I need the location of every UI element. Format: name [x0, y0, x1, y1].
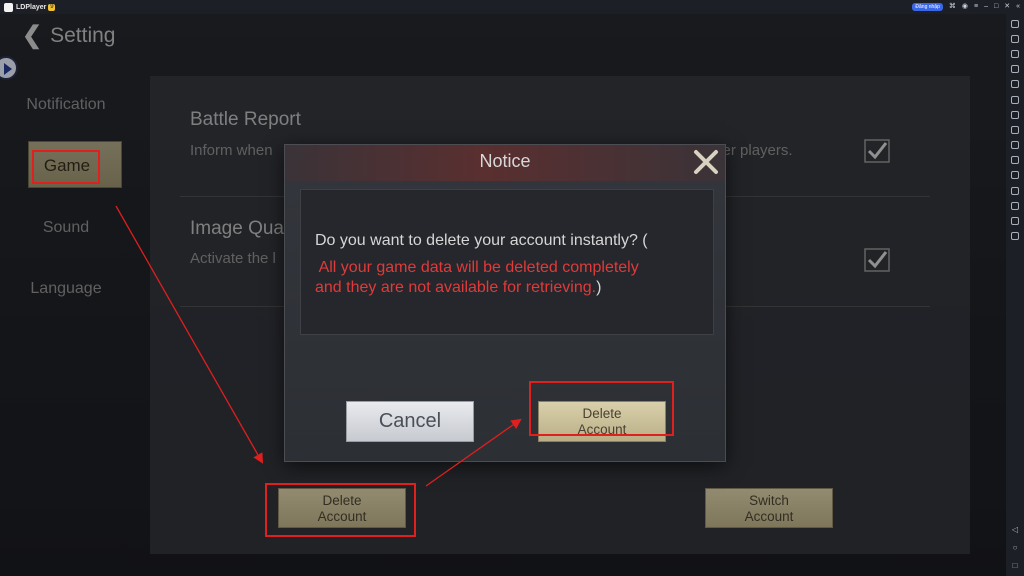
version-badge: 9 — [48, 3, 56, 11]
emulator-window: LDPlayer 9 Đăng nhập ⌘ ◉ ≡ – □ ✕ « ◁ ○ □… — [0, 0, 1024, 576]
shake-tool-icon[interactable] — [1011, 186, 1019, 195]
maximize-icon[interactable]: □ — [994, 2, 998, 12]
title-bar-controls: Đăng nhập ⌘ ◉ ≡ – □ ✕ « — [912, 2, 1020, 12]
user-icon[interactable]: ◉ — [962, 2, 968, 12]
more-tool-icon[interactable] — [1011, 232, 1019, 241]
recent-apps-icon[interactable]: □ — [1013, 562, 1018, 570]
volume-up-tool-icon[interactable] — [1011, 49, 1019, 58]
home-nav-icon[interactable]: ○ — [1013, 544, 1018, 552]
android-nav-buttons: ◁ ○ □ — [1012, 526, 1018, 570]
collapse-sidebar-icon[interactable]: « — [1016, 2, 1020, 12]
emulator-toolbar: ◁ ○ □ — [1006, 14, 1024, 576]
sync-tool-icon[interactable] — [1011, 171, 1019, 180]
notice-dialog: Notice Do you want to delete your accoun… — [284, 144, 726, 462]
dialog-warning-line-1: All your game data will be deleted compl… — [315, 259, 639, 276]
login-button[interactable]: Đăng nhập — [912, 3, 943, 11]
ldplayer-logo-icon — [4, 2, 13, 12]
multi-instance-tool-icon[interactable] — [1011, 141, 1019, 150]
folder-tool-icon[interactable] — [1011, 201, 1019, 210]
keyboard-tool-icon[interactable] — [1011, 34, 1019, 43]
minimize-icon[interactable]: – — [984, 2, 988, 12]
dialog-header: Notice — [285, 145, 725, 181]
game-viewport: ❮ Setting Notification Game Sound Langua… — [0, 14, 1006, 576]
fullscreen-tool-icon[interactable] — [1011, 80, 1019, 89]
dialog-question: Do you want to delete your account insta… — [315, 232, 648, 249]
emulator-title-bar: LDPlayer 9 Đăng nhập ⌘ ◉ ≡ – □ ✕ « — [0, 0, 1024, 14]
gamepad-icon[interactable]: ⌘ — [949, 2, 956, 12]
apk-install-tool-icon[interactable] — [1011, 156, 1019, 165]
menu-icon[interactable]: ≡ — [974, 2, 978, 12]
cancel-button[interactable]: Cancel — [346, 401, 474, 442]
rotate-tool-icon[interactable] — [1011, 95, 1019, 104]
location-tool-icon[interactable] — [1011, 217, 1019, 226]
confirm-delete-account-button[interactable]: Delete Account — [538, 401, 666, 442]
close-dialog-icon[interactable] — [691, 147, 721, 177]
dialog-warning-line-2: and they are not available for retrievin… — [315, 279, 597, 296]
dialog-warning-close-paren: ) — [596, 279, 602, 296]
dialog-message-box: Do you want to delete your account insta… — [300, 189, 714, 335]
dialog-title: Notice — [479, 151, 531, 171]
volume-down-tool-icon[interactable] — [1011, 65, 1019, 74]
settings-tool-icon[interactable] — [1011, 19, 1019, 28]
dialog-warning: All your game data will be deleted compl… — [315, 258, 695, 298]
confirm-delete-label: Delete Account — [577, 406, 627, 437]
record-tool-icon[interactable] — [1011, 125, 1019, 134]
screenshot-tool-icon[interactable] — [1011, 110, 1019, 119]
back-nav-icon[interactable]: ◁ — [1012, 526, 1018, 534]
emulator-title: LDPlayer — [16, 3, 47, 11]
close-window-icon[interactable]: ✕ — [1004, 2, 1010, 12]
